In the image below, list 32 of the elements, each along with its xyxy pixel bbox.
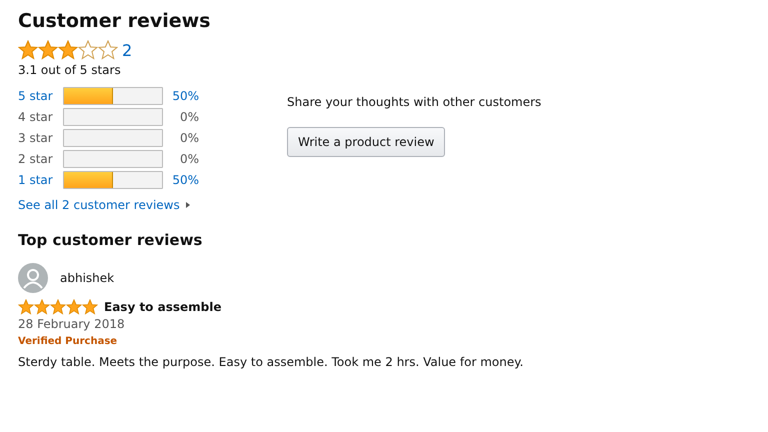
filled-star-icon (66, 299, 82, 315)
percent-link: 0% (178, 130, 199, 144)
filled-star-icon (50, 299, 66, 315)
reviewer-name: abhishek (60, 271, 114, 285)
rating-count-link[interactable]: 2 (122, 40, 132, 60)
filled-star-icon (34, 299, 50, 315)
average-rating: 3.1 out of 5 stars (18, 63, 122, 77)
percent-link: 0% (178, 110, 199, 124)
caret-icon (186, 202, 190, 208)
filled-star-icon (18, 40, 38, 60)
section-heading: Top customer reviews (18, 231, 204, 249)
review-title: Easy to assemble (104, 300, 222, 314)
star-filter-link[interactable]: 5 star (18, 88, 63, 102)
star-filter-link: 4 star (18, 110, 54, 124)
star-filter-link: 3 star (18, 130, 54, 144)
filled-star-icon (18, 299, 34, 315)
write-review-button[interactable]: Write a product review (287, 127, 446, 157)
filled-star-icon (58, 40, 78, 60)
percent-link[interactable]: 50% (163, 172, 199, 186)
review-text: Sterdy table. Meets the purpose. Easy to assemble. Took me 2 hrs. Value for money. (18, 355, 524, 369)
star-filter-link: 2 star (18, 152, 54, 166)
verified-purchase-label: Verified Purchase (18, 336, 118, 347)
share-prompt: Share your thoughts with other customers (287, 95, 542, 109)
avatar-icon (18, 263, 48, 293)
percent-link: 0% (178, 152, 199, 166)
filled-star-icon (38, 40, 58, 60)
star-filter-link[interactable]: 1 star (18, 172, 63, 186)
section-title: Customer reviews (18, 10, 212, 32)
filled-star-icon (82, 299, 98, 315)
see-all-link[interactable]: See all 2 customer reviews (18, 198, 190, 212)
review-date: 28 February 2018 (18, 317, 126, 331)
percent-link[interactable]: 50% (163, 88, 199, 102)
